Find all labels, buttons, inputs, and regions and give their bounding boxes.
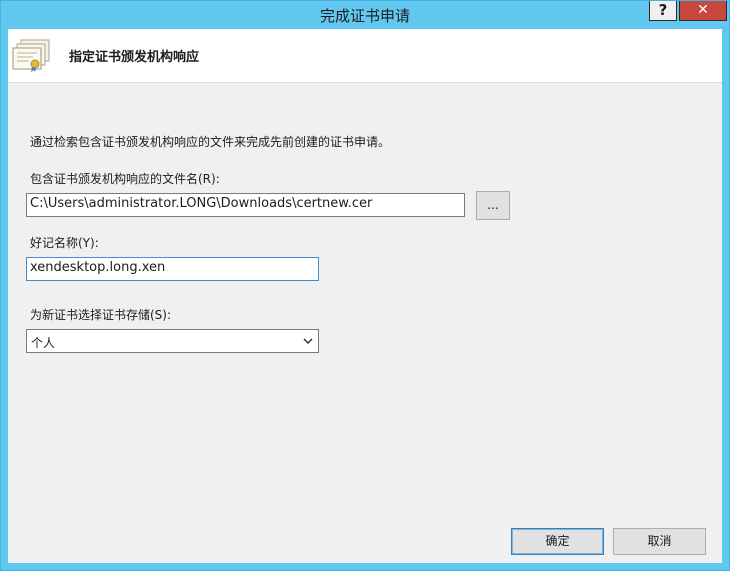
page-title: 指定证书颁发机构响应 [69,50,200,65]
friendly-name-input[interactable]: xendesktop.long.xen [26,257,319,281]
cancel-button[interactable]: 取消 [613,528,706,555]
help-button[interactable]: ? [649,1,677,21]
friendly-name-label: 好记名称(Y): [30,236,99,250]
cert-store-label: 为新证书选择证书存储(S): [30,308,172,322]
intro-text: 通过检索包含证书颁发机构响应的文件来完成先前创建的证书申请。 [30,135,391,149]
title-bar[interactable]: 完成证书申请 ? ✕ [1,1,729,29]
dialog-window: 完成证书申请 ? ✕ 指定证书颁发机构响应 通过检索包含证书颁发机构响应的文件来… [0,0,730,571]
chevron-down-icon [303,338,313,345]
cert-store-select[interactable]: 个人 [26,329,319,353]
header-band: 指定证书颁发机构响应 [8,29,722,83]
cert-store-value: 个人 [31,336,56,350]
dialog-body: 指定证书颁发机构响应 通过检索包含证书颁发机构响应的文件来完成先前创建的证书申请… [8,29,722,563]
browse-button[interactable]: ... [476,191,510,220]
file-name-label: 包含证书颁发机构响应的文件名(R): [30,172,220,186]
window-title: 完成证书申请 [319,7,410,25]
file-name-input[interactable]: C:\Users\administrator.LONG\Downloads\ce… [26,193,465,217]
certificate-icon [12,39,50,72]
ok-button[interactable]: 确定 [511,528,604,555]
close-button[interactable]: ✕ [679,1,727,21]
